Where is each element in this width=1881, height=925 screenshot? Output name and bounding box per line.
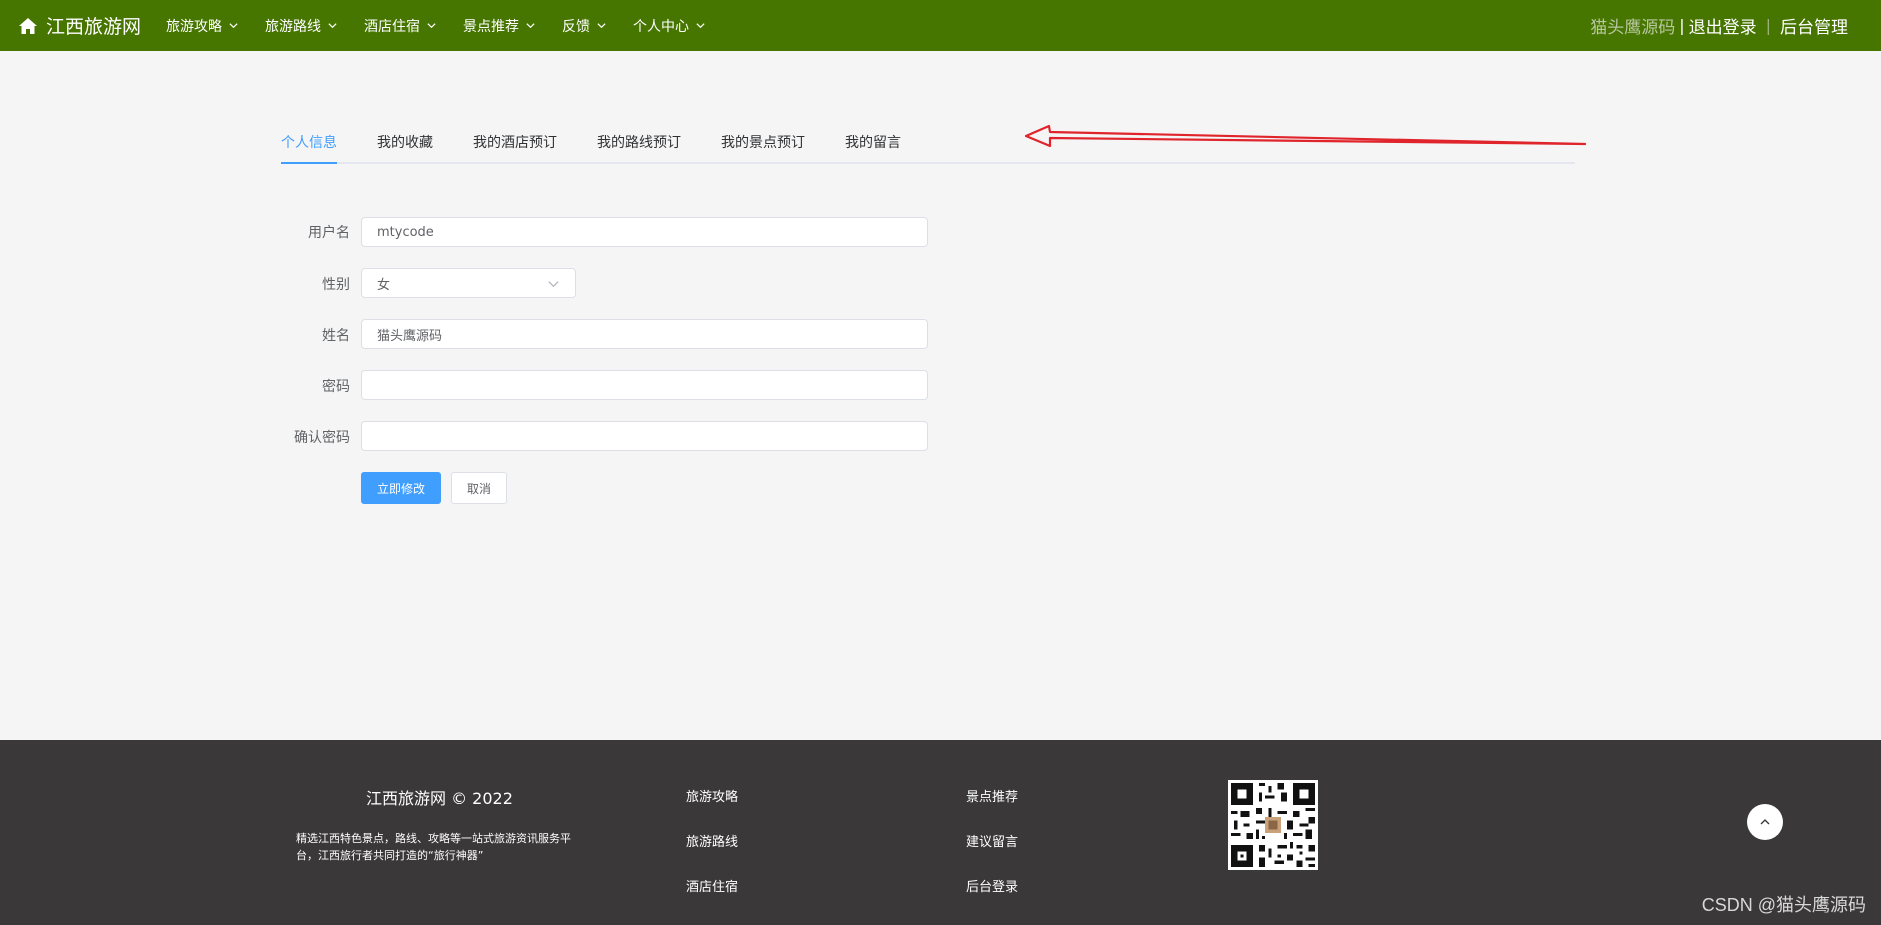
name-value: 猫头鹰源码 [377,328,443,344]
back-to-top-button[interactable] [1747,804,1783,840]
divider: | [1679,16,1685,35]
name-field[interactable]: 猫头鹰源码 [361,319,928,349]
user-menu: 猫头鹰源码 | 退出登录 | 后台管理 [1590,0,1848,51]
logout-link[interactable]: 退出登录 [1689,13,1757,38]
nav-item-guides[interactable]: 旅游攻略 [166,16,239,36]
qr-code [1228,780,1318,870]
nav-item-routes[interactable]: 旅游路线 [265,16,338,36]
chevron-down-icon [548,280,559,287]
chevron-down-icon [427,23,436,29]
gender-label: 性别 [322,277,350,293]
divider: | [1765,16,1771,35]
name-label: 姓名 [322,328,350,344]
chevron-down-icon [229,23,238,29]
gender-value: 女 [377,277,391,293]
top-navbar: 江西旅游网 旅游攻略 旅游路线 酒店住宿 景点推荐 反馈 个人中心 猫头鹰源码 [0,0,1881,51]
annotation-arrow [1024,124,1587,148]
footer: 江西旅游网 © 2022 精选江西特色景点，路线、攻略等一站式旅游资讯服务平台，… [0,740,1881,925]
footer-link-hotels[interactable]: 酒店住宿 [686,876,738,895]
footer-description: 精选江西特色景点，路线、攻略等一站式旅游资讯服务平台，江西旅行者共同打造的“旅行… [296,832,571,862]
tab-personal-info[interactable]: 个人信息 [281,132,337,152]
footer-link-attractions[interactable]: 景点推荐 [966,786,1018,805]
chevron-down-icon [526,23,535,29]
username-field[interactable]: mtycode [361,217,928,247]
username-value: mtycode [377,224,434,240]
nav-item-profile[interactable]: 个人中心 [633,16,706,36]
confirm-password-field[interactable] [361,421,928,451]
qr-code-icon [1228,780,1318,870]
csdn-watermark: CSDN @猫头鹰源码 [1701,895,1866,915]
nav-item-feedback[interactable]: 反馈 [562,16,607,36]
password-field[interactable] [361,370,928,400]
tab-route-bookings[interactable]: 我的路线预订 [597,132,681,152]
username-label: 用户名 [308,225,350,241]
password-label: 密码 [322,379,350,395]
chevron-up-icon [1760,819,1770,825]
nav-item-attractions[interactable]: 景点推荐 [463,16,536,36]
tab-messages[interactable]: 我的留言 [845,132,901,152]
footer-link-admin-login[interactable]: 后台登录 [966,876,1018,895]
footer-copyright: 江西旅游网 © 2022 [366,789,513,808]
main-nav: 旅游攻略 旅游路线 酒店住宿 景点推荐 反馈 个人中心 [166,0,732,51]
nav-label: 景点推荐 [463,18,519,35]
brand-logo[interactable]: 江西旅游网 [18,0,141,51]
submit-button[interactable]: 立即修改 [361,472,441,504]
footer-link-guides[interactable]: 旅游攻略 [686,786,738,805]
nav-item-hotels[interactable]: 酒店住宿 [364,16,437,36]
nav-label: 旅游攻略 [166,18,222,35]
nav-label: 旅游路线 [265,18,321,35]
nav-label: 酒店住宿 [364,18,420,35]
nav-label: 个人中心 [633,18,689,35]
home-icon [19,17,37,34]
tab-favorites[interactable]: 我的收藏 [377,132,433,152]
tab-hotel-bookings[interactable]: 我的酒店预订 [473,132,557,152]
chevron-down-icon [696,23,705,29]
tab-attraction-bookings[interactable]: 我的景点预订 [721,132,805,152]
chevron-down-icon [328,23,337,29]
brand-name: 江西旅游网 [46,16,142,38]
admin-link[interactable]: 后台管理 [1780,13,1848,38]
current-user[interactable]: 猫头鹰源码 [1590,13,1675,38]
confirm-password-label: 确认密码 [294,430,350,446]
footer-link-feedback[interactable]: 建议留言 [966,831,1018,850]
active-tab-indicator [281,162,337,164]
nav-label: 反馈 [562,18,590,35]
footer-link-routes[interactable]: 旅游路线 [686,831,738,850]
cancel-button[interactable]: 取消 [451,472,507,504]
gender-select[interactable]: 女 [361,268,576,298]
chevron-down-icon [597,23,606,29]
